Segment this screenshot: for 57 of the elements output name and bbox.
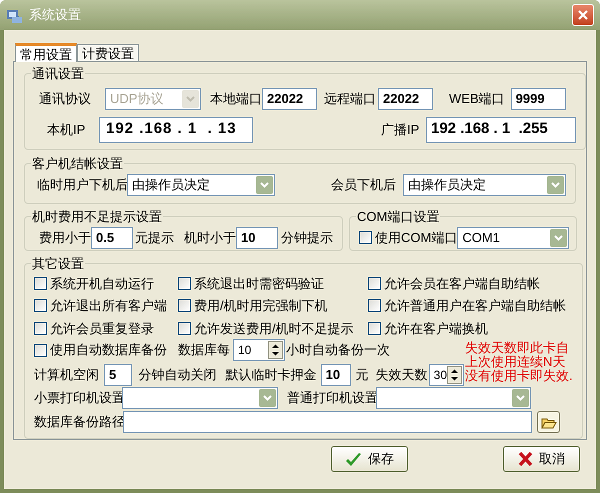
- dropdown[interactable]: COM1: [457, 226, 570, 248]
- port-field[interactable]: 9999: [510, 88, 566, 110]
- checkbox-label[interactable]: 允许退出所有客户端: [50, 296, 167, 316]
- hint-text: 失效天数即此卡自: [465, 341, 570, 355]
- group-title: 通讯设置: [31, 65, 85, 83]
- checkbox-label[interactable]: 允许普通用户在客户端自助结帐: [384, 296, 566, 316]
- checkbox-label[interactable]: 允许会员在客户端自助结帐: [384, 274, 540, 293]
- field-label: 分钟提示: [281, 228, 333, 247]
- checkbox-label[interactable]: 使用COM端口: [375, 228, 458, 248]
- spinner-field[interactable]: 10: [233, 339, 285, 361]
- tab[interactable]: 常用设置: [15, 43, 77, 62]
- field-label: 元: [356, 366, 369, 384]
- tab[interactable]: 计费设置: [77, 44, 139, 61]
- field-label: 失效天数: [376, 366, 428, 384]
- number-field[interactable]: 0.5: [91, 226, 133, 248]
- checkbox-label[interactable]: 系统退出时需密码验证: [194, 274, 324, 293]
- checkbox-label[interactable]: 费用/机时用完强制下机: [194, 296, 328, 316]
- field-label: 广播IP: [381, 120, 420, 139]
- group-title: 机时费用不足提示设置: [31, 208, 163, 226]
- dialog-button[interactable]: 取消: [503, 446, 580, 472]
- checkbox-label[interactable]: 使用自动数据库备份: [50, 340, 167, 360]
- number-field[interactable]: 5: [104, 364, 132, 386]
- group-title: 客户机结帐设置: [31, 155, 124, 173]
- port-field[interactable]: 22022: [262, 88, 317, 110]
- checkbox-label[interactable]: 允许发送费用/机时不足提示: [194, 318, 354, 338]
- group-title: COM端口设置: [356, 208, 440, 226]
- checkbox-label[interactable]: 系统开机自动运行: [50, 274, 154, 293]
- port-field[interactable]: 22022: [378, 88, 433, 110]
- field-label: 本地端口: [210, 90, 262, 108]
- ip-field[interactable]: 192 .168 . 1 .255: [426, 116, 576, 142]
- ip-field[interactable]: 192 .168 . 1 . 13: [99, 116, 253, 142]
- field-label: 会员下机后: [331, 176, 397, 194]
- field-label: 默认临时卡押金: [226, 366, 317, 384]
- field-label: 分钟自动关闭: [138, 366, 217, 384]
- checkbox-label[interactable]: 允许会员重复登录: [50, 318, 154, 338]
- field-label: 元提示: [135, 228, 174, 247]
- dropdown[interactable]: 由操作员决定: [127, 174, 275, 196]
- number-field[interactable]: 10: [320, 364, 351, 386]
- field-label: 计算机空闲: [34, 366, 99, 384]
- field-label: 本机IP: [47, 120, 86, 139]
- hint-text: 没有使用卡即失效.: [465, 369, 573, 383]
- field-label: 费用小于: [39, 228, 91, 247]
- field-label: 远程端口: [324, 90, 376, 108]
- number-field[interactable]: 10: [236, 226, 278, 248]
- checkbox-label[interactable]: 允许在客户端换机: [384, 318, 488, 338]
- field-label: 数据库每: [178, 341, 230, 360]
- window-title: 系统设置: [29, 6, 81, 24]
- field-label: 通讯协议: [39, 90, 92, 108]
- dialog-button[interactable]: 保存: [331, 446, 408, 472]
- field-label: WEB端口: [449, 90, 505, 108]
- field-label: 临时用户下机后: [37, 176, 127, 194]
- field-label: 机时小于: [184, 228, 236, 247]
- spinner-field[interactable]: 30: [428, 364, 464, 386]
- group-title: 其它设置: [31, 255, 85, 273]
- field-label: 小时自动备份一次: [286, 341, 390, 360]
- dropdown[interactable]: 由操作员决定: [403, 174, 566, 196]
- hint-text: 上次使用连续N天: [465, 355, 566, 369]
